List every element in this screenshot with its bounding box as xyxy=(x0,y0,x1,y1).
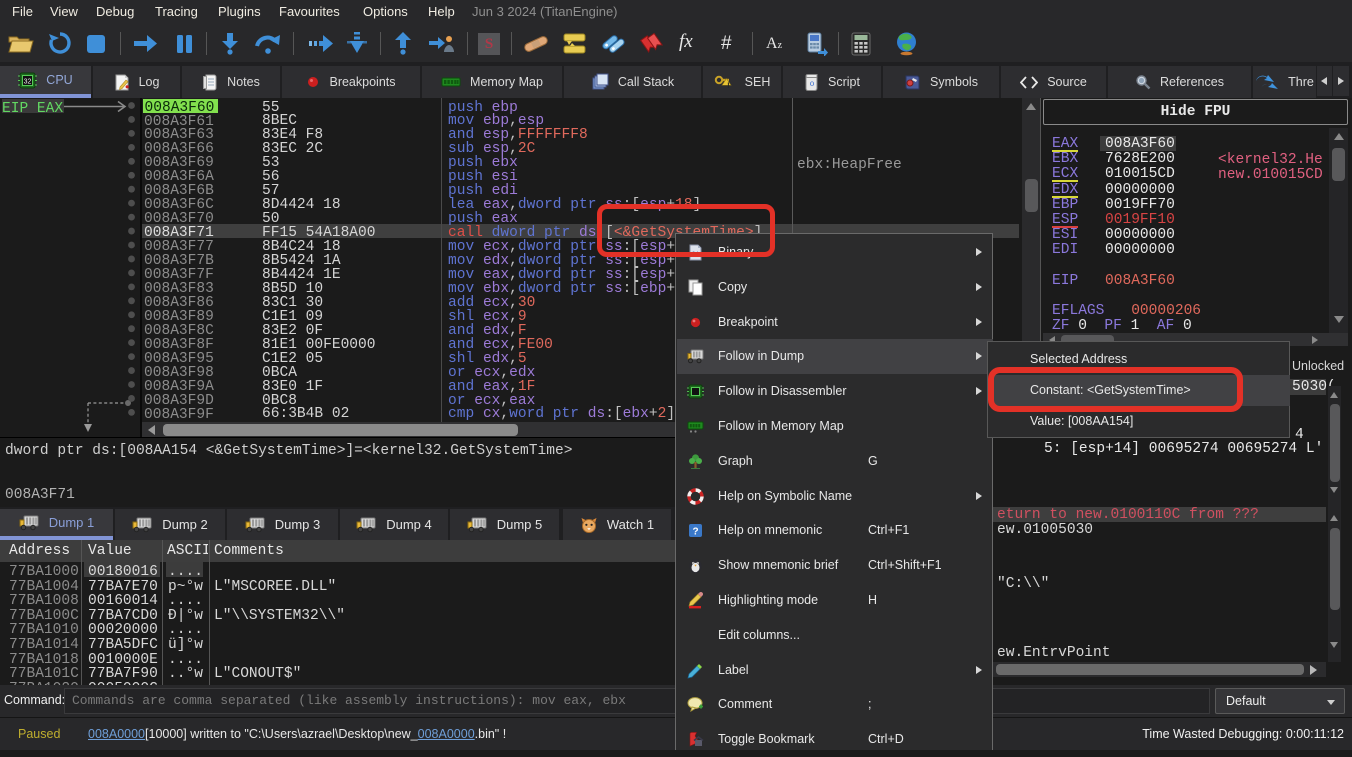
svg-text:32: 32 xyxy=(24,78,32,85)
svg-text:?: ? xyxy=(692,527,698,538)
svg-text:o: o xyxy=(810,80,815,89)
svg-text:!: ! xyxy=(727,80,730,89)
